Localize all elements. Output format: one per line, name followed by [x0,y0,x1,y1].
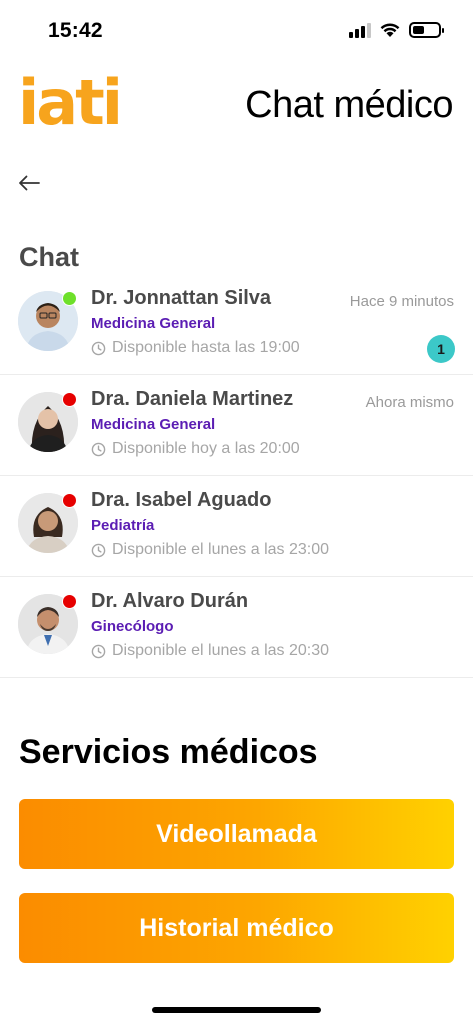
chat-item-isabel-aguado[interactable]: Dra. Isabel Aguado Pediatría Disponible … [0,476,473,577]
chat-item-daniela-martinez[interactable]: Dra. Daniela Martinez Medicina General D… [0,375,473,476]
availability: Disponible el lunes a las 23:00 [91,541,329,559]
availability: Disponible el lunes a las 20:30 [91,642,329,660]
clock-icon [91,543,106,557]
availability-text: Disponible el lunes a las 20:30 [112,642,330,659]
availability: Disponible hoy a las 20:00 [91,440,300,458]
arrow-left-icon [19,175,40,191]
doctor-name: Dr. Alvaro Durán [91,590,249,612]
offline-status-dot [62,392,77,407]
last-message-time: Ahora mismo [365,394,454,411]
online-status-dot [62,291,77,306]
availability-text: Disponible hasta las 19:00 [112,339,300,356]
chat-item-alvaro-duran[interactable]: Dr. Alvaro Durán Ginecólogo Disponible e… [0,577,473,678]
availability-text: Disponible el lunes a las 23:00 [112,541,330,558]
iati-logo: iati [18,66,123,139]
doctor-specialty: Medicina General [91,315,216,332]
cellular-signal-icon [349,22,371,38]
chat-section-title: Chat [19,242,79,272]
battery-icon [409,22,444,38]
offline-status-dot [62,594,77,609]
status-bar: 15:42 [0,0,473,62]
doctor-specialty: Pediatría [91,517,155,534]
medical-history-button[interactable]: Historial médico [19,893,454,963]
home-indicator[interactable] [152,1007,321,1013]
clock-icon [91,442,106,456]
status-time: 15:42 [48,19,103,42]
unread-badge: 1 [427,335,455,363]
offline-status-dot [62,493,77,508]
back-button[interactable] [16,170,42,196]
doctor-specialty: Ginecólogo [91,618,174,635]
page-title: Chat médico [245,84,453,126]
status-icons [349,22,444,38]
chat-item-jonnattan-silva[interactable]: Dr. Jonnattan Silva Medicina General Dis… [0,274,473,375]
doctor-name: Dra. Isabel Aguado [91,489,272,511]
services-section-title: Servicios médicos [19,733,318,771]
availability: Disponible hasta las 19:00 [91,339,300,357]
doctor-name: Dr. Jonnattan Silva [91,287,272,309]
last-message-time: Hace 9 minutos [349,293,454,310]
wifi-icon [380,23,400,37]
header: iati Chat médico [0,70,473,142]
availability-text: Disponible hoy a las 20:00 [112,440,300,457]
clock-icon [91,644,106,658]
doctor-name: Dra. Daniela Martinez [91,388,294,410]
clock-icon [91,341,106,355]
doctor-specialty: Medicina General [91,416,216,433]
chat-list: Dr. Jonnattan Silva Medicina General Dis… [0,274,473,678]
video-call-button[interactable]: Videollamada [19,799,454,869]
